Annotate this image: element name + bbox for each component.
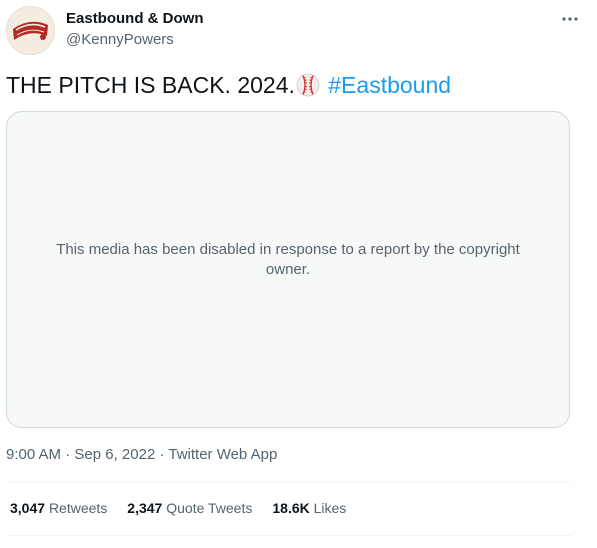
retweets-label: Retweets [48, 500, 108, 516]
separator: · [61, 446, 75, 463]
likes-label: Likes [313, 500, 347, 516]
separator: · [155, 446, 169, 463]
tweet-metadata: 9:00 AM · Sep 6, 2022 · Twitter Web App [6, 446, 277, 463]
media-placeholder: This media has been disabled in response… [6, 111, 570, 428]
tweet-date[interactable]: Sep 6, 2022 [74, 446, 155, 463]
retweets-stat[interactable]: 3,047 Retweets [10, 500, 107, 516]
quote-tweets-count: 2,347 [127, 500, 163, 516]
user-handle[interactable]: @KennyPowers [66, 31, 174, 48]
retweets-count: 3,047 [10, 500, 46, 516]
likes-stat[interactable]: 18.6K Likes [272, 500, 346, 516]
tweet-source[interactable]: Twitter Web App [168, 446, 277, 463]
quote-tweets-label: Quote Tweets [166, 500, 253, 516]
tweet-time[interactable]: 9:00 AM [6, 446, 61, 463]
tweet-text: THE PITCH IS BACK. 2024. #Eastbound [6, 71, 451, 103]
quote-tweets-stat[interactable]: 2,347 Quote Tweets [127, 500, 252, 516]
baseball-icon [296, 73, 320, 103]
divider [6, 482, 571, 483]
eastbound-logo-icon [7, 7, 54, 54]
engagement-stats: 3,047 Retweets 2,347 Quote Tweets 18.6K … [10, 500, 346, 516]
likes-count: 18.6K [272, 500, 310, 516]
display-name[interactable]: Eastbound & Down [66, 10, 204, 27]
media-disabled-message: This media has been disabled in response… [56, 241, 520, 278]
avatar[interactable] [6, 6, 55, 55]
divider [6, 535, 571, 536]
more-horizontal-icon[interactable] [557, 6, 583, 32]
tweet-body: THE PITCH IS BACK. 2024. [6, 72, 295, 98]
hashtag-link[interactable]: #Eastbound [328, 72, 451, 98]
